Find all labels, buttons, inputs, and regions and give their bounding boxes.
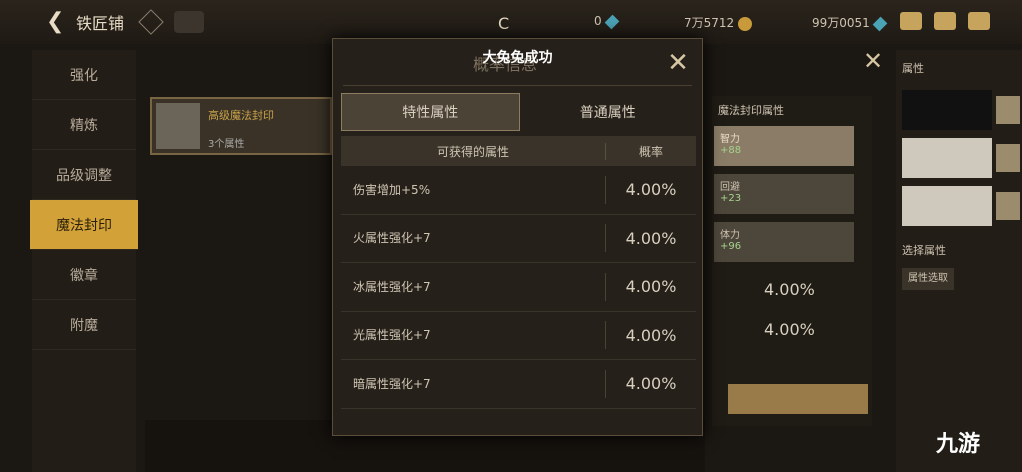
- seal-attr-title: 魔法封印属性: [718, 104, 784, 117]
- bag-icon[interactable]: [900, 12, 922, 30]
- attr-value: +23: [720, 193, 742, 204]
- tabs: 特性属性 普通属性: [341, 93, 696, 131]
- gem-icon: [604, 14, 619, 29]
- prob-value: 4.00%: [764, 280, 815, 299]
- attr-card-1[interactable]: 智力 +88: [714, 126, 854, 166]
- tab-normal-attr[interactable]: 普通属性: [520, 93, 697, 131]
- attr-slot-1[interactable]: [902, 90, 1020, 130]
- prob-cell: 4.00%: [625, 374, 677, 394]
- menu-icon[interactable]: [968, 12, 990, 30]
- attr-slot-3[interactable]: [902, 186, 1020, 226]
- sidebar-item-label: 精炼: [70, 117, 98, 134]
- table-row: 伤害增加+5% 4.00%: [341, 166, 696, 215]
- coin-icon: [738, 16, 753, 31]
- table-row: 暗属性强化+7 4.00%: [341, 360, 696, 409]
- modal-title: 大兔兔成功: [482, 50, 553, 66]
- table-row: 冰属性强化+7 4.00%: [341, 263, 696, 312]
- divider: [343, 85, 692, 86]
- equipment-card[interactable]: 高级魔法封印 3个属性: [150, 97, 332, 155]
- equipment-name: 高级魔法封印: [208, 109, 274, 122]
- attr-cell: 光属性强化+7: [341, 321, 606, 350]
- money-count: 99万0051: [812, 16, 870, 30]
- sidebar-item-label: 品级调整: [56, 167, 112, 184]
- page-title: 铁匠铺: [76, 14, 125, 33]
- sidebar-item-magic-seal[interactable]: 魔法封印: [30, 200, 138, 250]
- diamond-icon[interactable]: [138, 9, 164, 35]
- attr-value: +88: [720, 145, 742, 156]
- close-icon[interactable]: ✕: [664, 49, 692, 77]
- sidebar-item-label: 魔法封印: [56, 217, 112, 234]
- equipment-sub: 3个属性: [208, 139, 245, 150]
- confirm-bar[interactable]: [728, 384, 868, 414]
- watermark: 九游: [936, 432, 981, 457]
- col-header-attr: 可获得的属性: [341, 142, 606, 160]
- attr-name: 体力: [720, 230, 740, 241]
- prob-cell: 4.00%: [625, 325, 677, 345]
- table-row: 火属性强化+7 4.00%: [341, 215, 696, 263]
- shuffle-icon[interactable]: [996, 96, 1020, 124]
- sidebar-item-refine[interactable]: 精炼: [32, 100, 136, 150]
- probability-table: 可获得的属性 概率 伤害增加+5% 4.00% 火属性强化+7 4.00% 冰属…: [341, 136, 696, 409]
- table-header: 可获得的属性 概率: [341, 136, 696, 166]
- resource-money: 99万0051: [812, 14, 888, 31]
- event-icon[interactable]: [174, 11, 205, 33]
- attr-card-2[interactable]: 回避 +23: [714, 174, 854, 214]
- attr-name: 智力: [720, 134, 740, 145]
- far-right-panel: 属性 选择属性 属性选取: [896, 50, 1022, 472]
- back-arrow-icon[interactable]: ❮: [46, 9, 72, 35]
- col-header-prob: 概率: [638, 144, 663, 159]
- prob-cell: 4.00%: [625, 180, 677, 200]
- attr-cell: 火属性强化+7: [341, 224, 606, 253]
- lock-icon[interactable]: [996, 144, 1020, 172]
- attr-cell: 冰属性强化+7: [341, 272, 606, 301]
- sidebar-item-label: 徽章: [70, 267, 98, 284]
- sidebar-item-grade[interactable]: 品级调整: [32, 150, 136, 200]
- attr-name: 回避: [720, 182, 740, 193]
- crystal-icon: [872, 16, 888, 31]
- sidebar-item-enchant[interactable]: 附魔: [32, 300, 136, 350]
- tab-special-attr[interactable]: 特性属性: [341, 93, 520, 131]
- sidebar-item-strengthen[interactable]: 强化: [32, 50, 136, 100]
- table-row: 光属性强化+7 4.00%: [341, 312, 696, 360]
- sidebar: 强化 精炼 品级调整 魔法封印 徽章 附魔: [30, 50, 138, 472]
- attr-slot-2[interactable]: [902, 138, 1020, 178]
- prob-cell: 4.00%: [625, 277, 677, 297]
- probability-modal: 概率信息 大兔兔成功 ✕ 特性属性 普通属性 可获得的属性 概率 伤害增加+5%…: [332, 38, 703, 436]
- attr-value: +96: [720, 241, 742, 252]
- far-right-title: 属性: [902, 62, 924, 75]
- gold-count: 7万5712: [684, 16, 735, 30]
- prob-cell: 4.00%: [625, 228, 677, 248]
- close-icon[interactable]: ✕: [858, 46, 888, 76]
- sidebar-item-label: 强化: [70, 67, 98, 84]
- far-right-label: 选择属性: [902, 244, 946, 257]
- seal-attribute-panel: 魔法封印属性 智力 +88 回避 +23 体力 +96 4.00% 4.00%: [712, 96, 872, 426]
- sword-icon: [156, 103, 200, 149]
- resource-gem: 0: [594, 14, 619, 29]
- prob-value: 4.00%: [764, 320, 815, 339]
- mail-icon[interactable]: [934, 12, 956, 30]
- resource-gold: 7万5712: [684, 14, 753, 31]
- select-attr-button[interactable]: 属性选取: [902, 268, 954, 290]
- gem-count: 0: [594, 14, 602, 28]
- attr-cell: 伤害增加+5%: [341, 175, 606, 204]
- attr-cell: 暗属性强化+7: [341, 369, 606, 398]
- attr-card-3[interactable]: 体力 +96: [714, 222, 854, 262]
- lock-icon[interactable]: [996, 192, 1020, 220]
- sidebar-item-label: 附魔: [70, 317, 98, 334]
- sidebar-item-emblem[interactable]: 徽章: [32, 250, 136, 300]
- c-icon[interactable]: C: [498, 14, 509, 33]
